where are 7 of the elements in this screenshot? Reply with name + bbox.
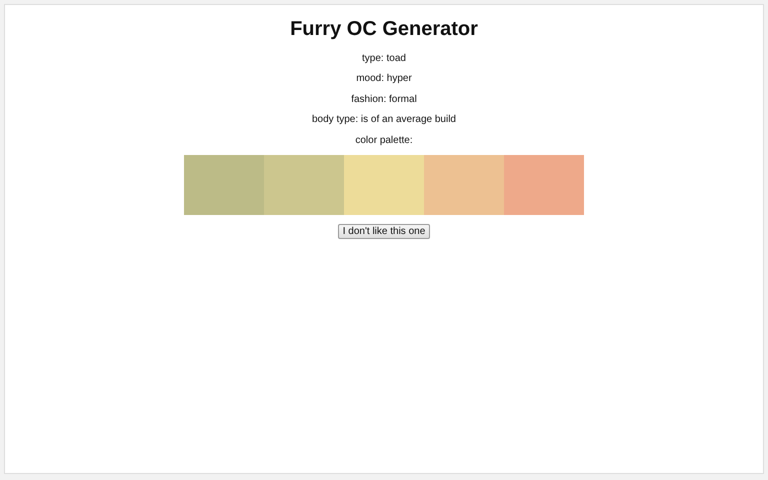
trait-text: body type: is of an average build: [312, 113, 456, 128]
palette-label: color palette:: [355, 134, 413, 148]
trait-text: fashion: formal: [351, 92, 417, 107]
trait-text: type: toad: [362, 52, 406, 66]
reroll-button[interactable]: I don't like this one: [338, 224, 430, 239]
trait-text: mood: hyper: [356, 72, 412, 86]
page-title: Furry OC Generator: [290, 18, 478, 41]
